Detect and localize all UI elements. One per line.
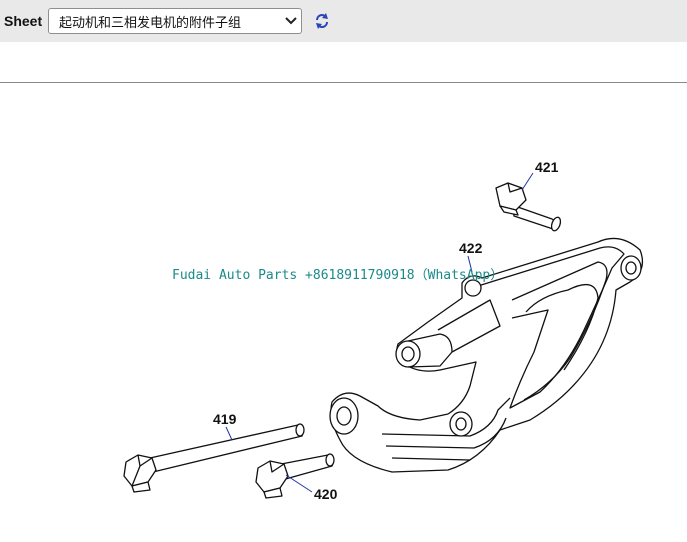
bolt-421-drawing (495, 182, 562, 232)
leader-419 (225, 426, 233, 441)
refresh-icon[interactable] (313, 12, 331, 30)
callout-419[interactable]: 419 (213, 411, 236, 427)
callout-421[interactable]: 421 (535, 159, 558, 175)
sheet-select[interactable]: 起动机和三相发电机的附件子组 (48, 8, 302, 34)
leader-420 (285, 474, 313, 493)
parts-diagram (123, 172, 644, 499)
callout-420[interactable]: 420 (314, 486, 337, 502)
sheet-label: Sheet (4, 13, 43, 29)
watermark-text: Fudai Auto Parts +8618911790918（WhatsApp… (172, 268, 504, 283)
toolbar: Sheet 起动机和三相发电机的附件子组 (0, 0, 687, 42)
callout-422[interactable]: 422 (459, 240, 482, 256)
chevron-down-icon (281, 9, 301, 33)
sheet-select-value: 起动机和三相发电机的附件子组 (59, 15, 242, 31)
leader-421 (521, 172, 534, 191)
